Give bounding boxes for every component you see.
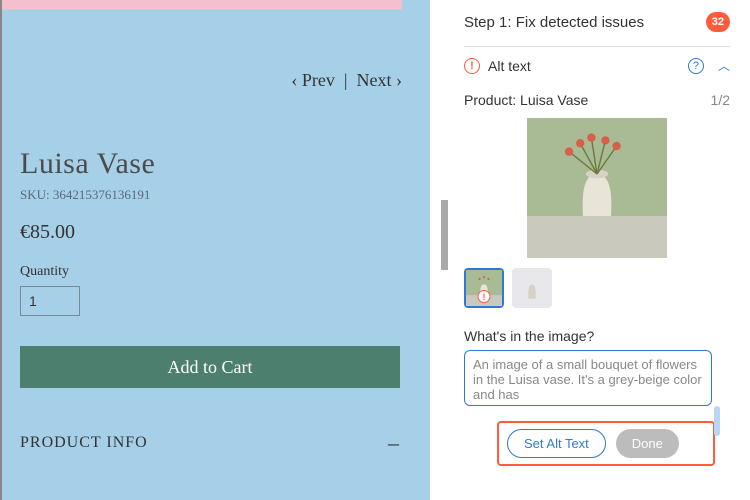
nav-separator: | xyxy=(344,70,348,90)
product-prefix: Product: xyxy=(464,92,516,108)
product-info-label: PRODUCT INFO xyxy=(20,434,148,452)
add-to-cart-button[interactable]: Add to Cart xyxy=(20,346,400,388)
alert-icon: ! xyxy=(464,58,480,74)
image-thumbnails: ! xyxy=(464,268,730,308)
divider xyxy=(464,46,730,47)
thumbnail-alert-icon: ! xyxy=(478,290,491,303)
top-accent-bar xyxy=(2,0,402,10)
alt-text-input[interactable] xyxy=(464,350,712,406)
product-info-accordion[interactable]: PRODUCT INFO – xyxy=(20,430,400,456)
thumbnail-1[interactable]: ! xyxy=(464,268,504,308)
accessibility-panel: Step 1: Fix detected issues 32 ! Alt tex… xyxy=(430,0,750,500)
alt-text-prompt: What's in the image? xyxy=(464,328,730,344)
help-icon[interactable]: ? xyxy=(688,58,704,74)
image-counter: 1/2 xyxy=(711,92,730,108)
product-preview: ‹ Prev | Next › Luisa Vase SKU: 36421537… xyxy=(0,0,430,500)
alt-text-section-header[interactable]: ! Alt text ? ︿ xyxy=(464,57,730,74)
product-title: Luisa Vase xyxy=(20,147,402,181)
prev-label: Prev xyxy=(302,70,335,90)
product-name: Luisa Vase xyxy=(520,92,588,108)
done-button[interactable]: Done xyxy=(616,429,679,458)
chevron-up-icon[interactable]: ︿ xyxy=(718,57,730,74)
collapse-icon: – xyxy=(388,430,400,456)
set-alt-text-button[interactable]: Set Alt Text xyxy=(507,429,606,458)
product-sku: SKU: 364215376136191 xyxy=(20,187,402,203)
main-product-image xyxy=(527,118,667,258)
product-row: Product: Luisa Vase 1/2 xyxy=(464,92,730,108)
step-title: Step 1: Fix detected issues xyxy=(464,14,644,31)
action-buttons-highlight: Set Alt Text Done xyxy=(497,421,715,466)
section-label: Alt text xyxy=(488,58,531,74)
product-price: €85.00 xyxy=(20,221,402,244)
thumbnail-2[interactable] xyxy=(512,268,552,308)
next-label: Next xyxy=(357,70,392,90)
quantity-label: Quantity xyxy=(20,264,402,280)
issues-count-badge: 32 xyxy=(706,12,730,32)
next-link[interactable]: Next › xyxy=(357,70,403,90)
product-nav: ‹ Prev | Next › xyxy=(20,70,402,91)
step-header: Step 1: Fix detected issues 32 xyxy=(464,12,730,32)
quantity-input[interactable] xyxy=(20,286,80,316)
prev-link[interactable]: ‹ Prev xyxy=(291,70,335,90)
textarea-scrollbar[interactable] xyxy=(714,406,720,436)
